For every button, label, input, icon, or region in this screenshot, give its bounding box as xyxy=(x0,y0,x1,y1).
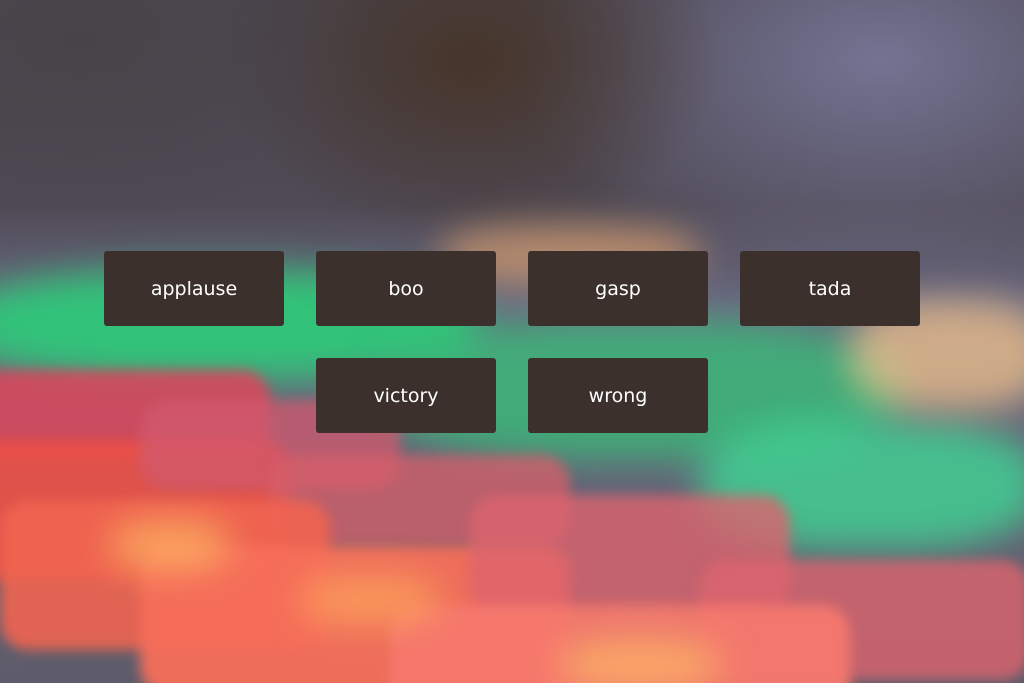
boo-button[interactable]: boo xyxy=(316,251,496,326)
sound-button-row: victory wrong xyxy=(104,358,920,433)
gasp-button[interactable]: gasp xyxy=(528,251,708,326)
sound-button-grid: applause boo gasp tada victory wrong xyxy=(104,251,920,465)
tada-button[interactable]: tada xyxy=(740,251,920,326)
pad-hotspot xyxy=(300,575,440,625)
pad-hotspot xyxy=(110,520,230,570)
wrong-button[interactable]: wrong xyxy=(528,358,708,433)
applause-button[interactable]: applause xyxy=(104,251,284,326)
sound-button-row: applause boo gasp tada xyxy=(104,251,920,326)
victory-button[interactable]: victory xyxy=(316,358,496,433)
pad-hotspot xyxy=(560,640,720,683)
soundboard-page: applause boo gasp tada victory wrong xyxy=(0,0,1024,683)
